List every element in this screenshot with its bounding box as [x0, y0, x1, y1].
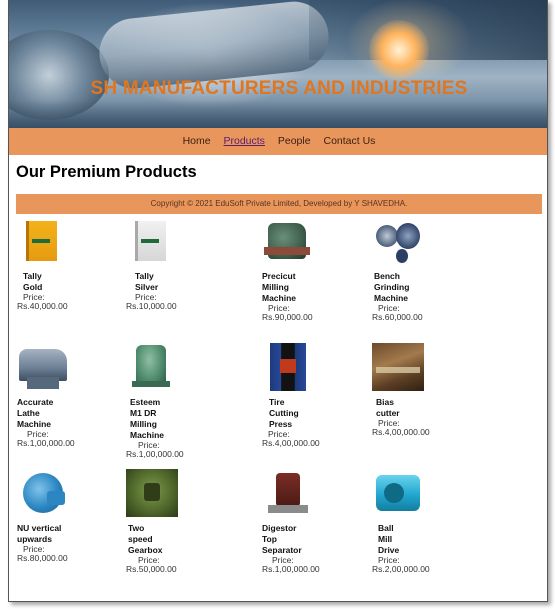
gear-motor-icon[interactable] — [17, 469, 69, 517]
product-name: Esteem M1 DR Milling Machine — [130, 397, 165, 440]
ball-mill-drive-icon[interactable] — [372, 469, 424, 517]
nav-link-contact-us[interactable]: Contact Us — [323, 135, 375, 147]
product-price: Rs.60,000.00 — [372, 312, 423, 322]
bench-grinder-icon[interactable] — [372, 217, 424, 265]
bias-cutter-icon[interactable] — [372, 343, 424, 391]
page-frame: SH MANUFACTURERS AND INDUSTRIES Home Pro… — [8, 0, 548, 602]
product-card[interactable]: Bench Grinding Machine Price: Rs.60,000.… — [372, 217, 467, 322]
product-price: Rs.80,000.00 — [17, 553, 68, 563]
separator-icon[interactable] — [262, 469, 314, 517]
product-name: Precicut Milling Machine — [262, 271, 297, 303]
product-card[interactable]: Digestor Top Separator Price: Rs.1,00,00… — [262, 469, 357, 574]
product-name: Two speed Gearbox — [128, 523, 163, 555]
product-card[interactable]: NU vertical upwards Price: Rs.80,000.00 — [17, 469, 112, 563]
product-card[interactable]: Two speed Gearbox Price: Rs.50,000.00 — [126, 469, 221, 574]
product-card[interactable]: Bias cutter Price: Rs.4,00,000.00 — [372, 343, 467, 437]
banner-light-glow — [369, 20, 429, 80]
copyright-bar: Copyright © 2021 EduSoft Private Limited… — [16, 194, 542, 214]
milling-machine-icon[interactable] — [262, 217, 314, 265]
product-price: Rs.4,00,000.00 — [372, 427, 430, 437]
product-price: Rs.50,000.00 — [126, 564, 177, 574]
product-price: Rs.90,000.00 — [262, 312, 313, 322]
product-price: Rs.1,00,000.00 — [262, 564, 320, 574]
product-card[interactable]: Tally Silver Price: Rs.10,000.00 — [126, 217, 221, 311]
nav-link-products[interactable]: Products — [224, 135, 265, 147]
cutting-press-icon[interactable] — [262, 343, 314, 391]
product-name: NU vertical upwards — [17, 523, 62, 544]
product-name: Tally Silver — [135, 271, 159, 292]
product-card[interactable]: Precicut Milling Machine Price: Rs.90,00… — [262, 217, 357, 322]
product-card[interactable]: Tire Cutting Press Price: Rs.4,00,000.00 — [262, 343, 357, 448]
product-name: Tire Cutting Press — [269, 397, 299, 429]
page-title: Our Premium Products — [16, 163, 197, 181]
product-price: Rs.1,00,000.00 — [17, 438, 75, 448]
product-name: Accurate Lathe Machine — [17, 397, 54, 429]
nav-link-people[interactable]: People — [278, 135, 311, 147]
product-price: Rs.10,000.00 — [126, 301, 177, 311]
header-banner: SH MANUFACTURERS AND INDUSTRIES — [9, 0, 547, 128]
nav-link-home[interactable]: Home — [183, 135, 211, 147]
gearbox-icon[interactable] — [126, 469, 178, 517]
product-name: Ball Mill Drive — [378, 523, 400, 555]
product-name: Tally Gold — [23, 271, 43, 292]
product-card[interactable]: Tally Gold Price: Rs.40,000.00 — [17, 217, 112, 311]
software-box-icon[interactable] — [17, 217, 69, 265]
product-card[interactable]: Esteem M1 DR Milling Machine Price: Rs.1… — [126, 343, 221, 459]
product-card[interactable]: Accurate Lathe Machine Price: Rs.1,00,00… — [17, 343, 112, 448]
product-price: Rs.40,000.00 — [17, 301, 68, 311]
site-title: SH MANUFACTURERS AND INDUSTRIES — [90, 78, 468, 99]
banner-bottom-fade — [9, 100, 547, 128]
product-card[interactable]: Ball Mill Drive Price: Rs.2,00,000.00 — [372, 469, 467, 574]
product-name: Digestor Top Separator — [262, 523, 302, 555]
lathe-machine-icon[interactable] — [17, 343, 69, 391]
product-price: Rs.1,00,000.00 — [126, 449, 184, 459]
main-nav: Home Products People Contact Us — [9, 128, 547, 155]
milling-machine-icon[interactable] — [126, 343, 178, 391]
product-name: Bench Grinding Machine — [374, 271, 410, 303]
software-box-icon[interactable] — [126, 217, 178, 265]
product-price: Rs.4,00,000.00 — [262, 438, 320, 448]
product-price: Rs.2,00,000.00 — [372, 564, 430, 574]
product-name: Bias cutter — [376, 397, 400, 418]
